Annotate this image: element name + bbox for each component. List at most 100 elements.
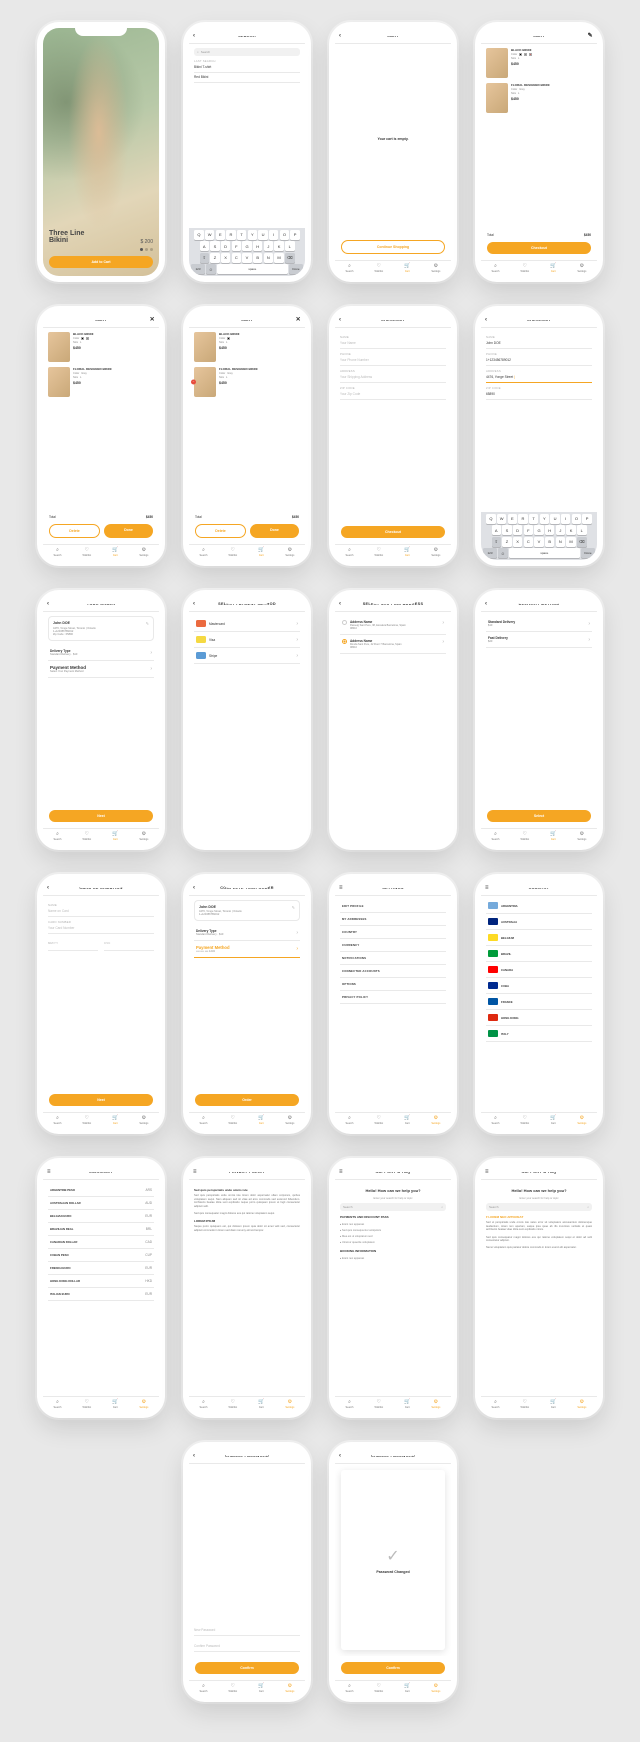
add-to-cart-button[interactable]: Add to Cart xyxy=(49,256,153,268)
key-D[interactable]: D xyxy=(513,525,523,535)
address-input[interactable]: Your Shipping Address xyxy=(340,373,446,383)
address-row[interactable]: Address NamePasseig Sant Pere, 38, Escal… xyxy=(340,616,446,635)
tab-settings[interactable]: ⚙Settings xyxy=(431,264,440,273)
settings-row[interactable]: CURRENCY xyxy=(340,939,446,952)
key-E[interactable]: E xyxy=(216,230,226,240)
key-X[interactable]: X xyxy=(513,537,523,547)
cart-item[interactable]: BLACK BIKINIColorSize L$450 xyxy=(48,332,154,362)
payment-method-row[interactable]: Visa› xyxy=(194,632,300,648)
key-U[interactable]: U xyxy=(550,514,560,524)
address-card[interactable]: John DOE✎ 4476, Yonge Street, Toronto | … xyxy=(48,616,154,641)
delivery-row[interactable]: Fast Delivery$20› xyxy=(486,632,592,648)
tab-wishlist[interactable]: ♡Wishlist xyxy=(374,264,383,273)
currency-row[interactable]: AUSTRALIAN DOLLARAUD xyxy=(48,1197,154,1210)
settings-row[interactable]: OPTIONS xyxy=(340,978,446,991)
key-F[interactable]: F xyxy=(524,525,534,535)
key-B[interactable]: B xyxy=(253,253,263,263)
currency-row[interactable]: ITALIAN EUROEUR xyxy=(48,1288,154,1301)
key-P[interactable]: P xyxy=(582,514,592,524)
delivery-row[interactable]: Delivery TypeStandard Delivery · $10› xyxy=(194,925,300,941)
key-B[interactable]: B xyxy=(545,537,555,547)
key-C[interactable]: C xyxy=(232,253,242,263)
currency-row[interactable]: FRENCH EUROEUR xyxy=(48,1262,154,1275)
key-M[interactable]: M xyxy=(566,537,576,547)
country-row[interactable]: BELGIUM xyxy=(486,930,592,946)
key-Q[interactable]: Q xyxy=(194,230,204,240)
cart-item[interactable]: FLORAL DESIGNED BIKINI Color Grey Size L… xyxy=(486,83,592,113)
key-F[interactable]: F xyxy=(232,241,242,251)
country-row[interactable]: HONG KONG xyxy=(486,1010,592,1026)
back-icon[interactable]: ‹ xyxy=(339,601,341,607)
cardname-input[interactable]: Name on Card xyxy=(48,907,154,917)
recent-search-item[interactable]: Bikini T-shirt xyxy=(194,63,300,73)
tab-cart[interactable]: 🛒Cart xyxy=(404,264,410,273)
key-C[interactable]: C xyxy=(524,537,534,547)
remove-icon[interactable]: − xyxy=(191,380,196,385)
checkout-button[interactable]: Checkout xyxy=(487,242,591,254)
key-H[interactable]: H xyxy=(545,525,555,535)
key-R[interactable]: R xyxy=(226,230,236,240)
keyboard[interactable]: QWERTYUIOPASDFGHJKL ⇧ZXCVBNM⌫ 123☺spaceD… xyxy=(481,512,597,561)
key-Z[interactable]: Z xyxy=(210,253,220,263)
order-button[interactable]: Order xyxy=(195,1094,299,1106)
key-Y[interactable]: Y xyxy=(540,514,550,524)
confirm-button[interactable]: Confirm xyxy=(341,1662,445,1674)
payment-row[interactable]: Payment MethodSelect Your Payment Method… xyxy=(48,661,154,678)
back-icon[interactable]: ‹ xyxy=(485,317,487,323)
delete-button[interactable]: Delete xyxy=(49,524,100,538)
back-icon[interactable]: ‹ xyxy=(47,601,49,607)
country-row[interactable]: CUBA xyxy=(486,978,592,994)
key-V[interactable]: V xyxy=(534,537,544,547)
key-A[interactable]: A xyxy=(200,241,210,251)
close-icon[interactable]: ✕ xyxy=(150,316,155,323)
edit-icon[interactable]: ✎ xyxy=(588,32,593,39)
key-N[interactable]: N xyxy=(556,537,566,547)
shift-key[interactable]: ⇧ xyxy=(200,253,210,263)
settings-row[interactable]: NOTIFICATIONS xyxy=(340,952,446,965)
back-icon[interactable]: ‹ xyxy=(193,885,195,891)
key-P[interactable]: P xyxy=(290,230,300,240)
cvc-input[interactable] xyxy=(104,945,154,951)
key-L[interactable]: L xyxy=(285,241,295,251)
faq-search[interactable]: Search⌕ xyxy=(340,1203,446,1211)
recent-search-item[interactable]: Red Bikini xyxy=(194,73,300,83)
settings-row[interactable]: EDIT PROFILE xyxy=(340,900,446,913)
name-input[interactable]: John DOE xyxy=(486,339,592,349)
back-icon[interactable]: ‹ xyxy=(193,601,195,607)
tab-search[interactable]: ⌕Search xyxy=(492,264,500,273)
phone-input[interactable]: 1+123456789012 xyxy=(486,356,592,366)
key-O[interactable]: O xyxy=(572,514,582,524)
back-icon[interactable]: ‹ xyxy=(339,1453,341,1459)
backspace-key[interactable]: ⌫ xyxy=(285,253,295,263)
edit-icon[interactable]: ✎ xyxy=(146,621,149,626)
faq-item[interactable]: ▸ Erant nec appareat xyxy=(340,1255,446,1261)
search-input[interactable]: ⌕Search xyxy=(194,48,300,56)
key-S[interactable]: S xyxy=(502,525,512,535)
key-J[interactable]: J xyxy=(264,241,274,251)
key-J[interactable]: J xyxy=(556,525,566,535)
name-input[interactable]: Your Name xyxy=(340,339,446,349)
key-Q[interactable]: Q xyxy=(486,514,496,524)
settings-row[interactable]: PRIVACY POLICY xyxy=(340,991,446,1004)
settings-row[interactable]: MY ADDRESSES xyxy=(340,913,446,926)
key-H[interactable]: H xyxy=(253,241,263,251)
country-row[interactable]: ITALY xyxy=(486,1026,592,1042)
key-R[interactable]: R xyxy=(518,514,528,524)
key-S[interactable]: S xyxy=(210,241,220,251)
space-key[interactable]: space xyxy=(217,264,288,274)
currency-row[interactable]: HONG KONG DOLLARHKD xyxy=(48,1275,154,1288)
next-button[interactable]: Next xyxy=(49,1094,153,1106)
menu-icon[interactable]: ≡ xyxy=(47,1169,51,1175)
confirm-password-input[interactable]: Confirm Password xyxy=(194,1642,300,1652)
tab-settings[interactable]: ⚙Settings xyxy=(577,264,586,273)
country-row[interactable]: CANADA xyxy=(486,962,592,978)
key-T[interactable]: T xyxy=(237,230,247,240)
menu-icon[interactable]: ≡ xyxy=(193,1169,197,1175)
new-password-input[interactable]: New Password xyxy=(194,1626,300,1636)
key-U[interactable]: U xyxy=(258,230,268,240)
delivery-row[interactable]: Delivery TypeStandard Delivery · $10› xyxy=(48,645,154,661)
key-L[interactable]: L xyxy=(577,525,587,535)
address-input[interactable]: 4476, Yonge Street | xyxy=(486,373,592,383)
payment-method-row[interactable]: Stripe› xyxy=(194,648,300,664)
country-row[interactable]: FRANCE xyxy=(486,994,592,1010)
